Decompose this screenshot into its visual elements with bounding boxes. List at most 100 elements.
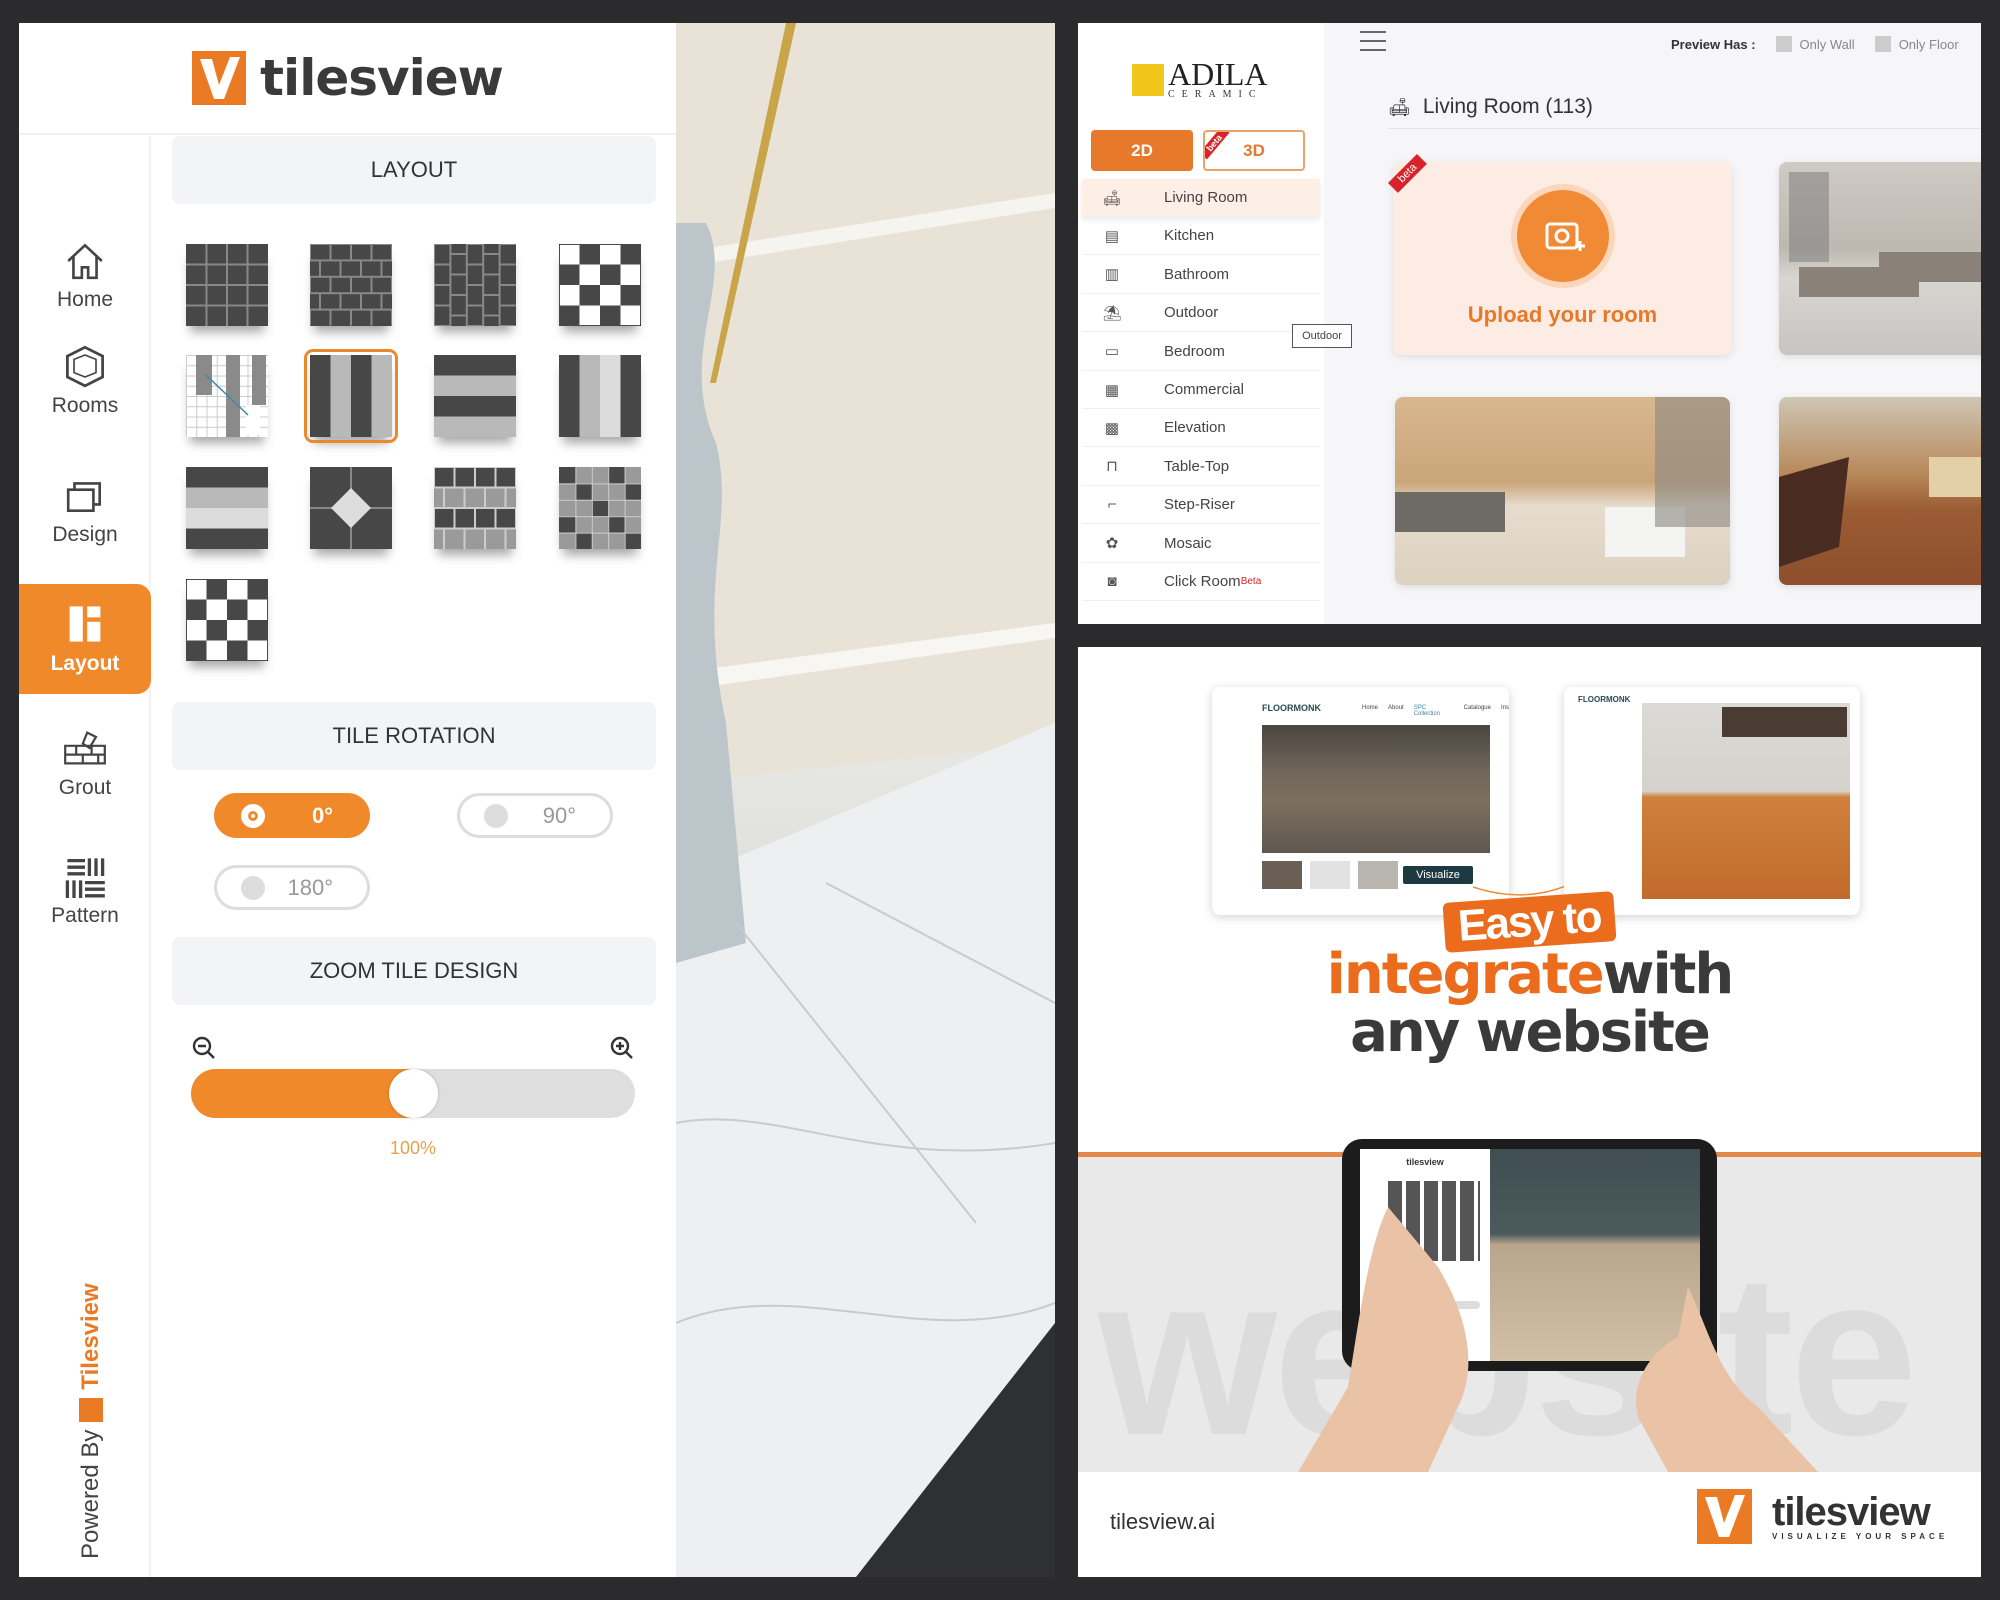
mini-nav-item: SPC Collection xyxy=(1413,705,1441,717)
building-icon: ▦ xyxy=(1104,381,1120,399)
room-thumbnail[interactable] xyxy=(1779,162,1981,355)
visualizer-screenshot: FLOORMONK xyxy=(1564,687,1860,915)
layout-option-horizontal-stripes-3[interactable] xyxy=(186,467,268,549)
room-category-sidebar: ADILA CERAMIC 2D 3D beta 🛋 Living Room ▤ Ki… xyxy=(1078,23,1324,624)
radio-icon xyxy=(484,803,508,828)
alternating-brick-pattern-icon xyxy=(433,466,527,549)
kitchen-icon: ▤ xyxy=(1104,227,1120,245)
mode-2d-button[interactable]: 2D xyxy=(1091,130,1193,171)
adila-logo: ADILA CERAMIC xyxy=(1132,58,1268,100)
vertical-brick-pattern-icon xyxy=(433,243,516,337)
stairs-icon: ⌐ xyxy=(1107,496,1117,514)
menu-item-commercial[interactable]: ▦ Commercial xyxy=(1082,371,1320,409)
table-icon: ⊓ xyxy=(1106,458,1118,476)
elevation-icon: ▩ xyxy=(1104,419,1120,437)
footer-url: tilesview.ai xyxy=(1110,1509,1216,1534)
only-wall-checkbox[interactable] xyxy=(1775,36,1792,52)
outdoor-icon: ⛱ xyxy=(1102,304,1122,322)
layout-option-vertical-brick[interactable] xyxy=(433,243,516,337)
nav-item-layout[interactable]: Layout xyxy=(19,584,151,694)
layout-option-checker-bordered[interactable] xyxy=(185,578,269,662)
upload-camera-button[interactable] xyxy=(1517,190,1609,282)
menu-item-click-room[interactable]: ◙ Click Room Beta xyxy=(1082,563,1320,601)
mini-nav-item: Home xyxy=(1362,705,1379,711)
layout-option-brick[interactable] xyxy=(309,243,403,326)
layout-option-mixed-checker[interactable] xyxy=(559,467,641,549)
zoom-value: 100% xyxy=(389,1138,437,1158)
sofa-icon: 🛋 xyxy=(1102,189,1122,207)
layout-option-herringbone[interactable] xyxy=(186,355,268,437)
living-room-image xyxy=(1395,397,1730,557)
menu-item-step-riser[interactable]: ⌐ Step-Riser xyxy=(1082,486,1320,525)
nav-item-rooms[interactable]: Rooms xyxy=(19,342,151,420)
rotation-180-option[interactable]: 180° xyxy=(214,865,370,910)
zoom-slider[interactable] xyxy=(191,1069,635,1118)
checker-bordered-pattern-icon xyxy=(185,578,269,662)
menu-item-kitchen[interactable]: ▤ Kitchen xyxy=(1082,217,1320,256)
divider xyxy=(1388,128,1981,129)
grout-icon xyxy=(64,731,106,765)
hamburger-menu-icon[interactable] xyxy=(1360,31,1386,51)
layout-section-header: LAYOUT xyxy=(172,136,656,204)
menu-item-bathroom[interactable]: ▥ Bathroom xyxy=(1082,256,1320,294)
only-floor-checkbox[interactable] xyxy=(1874,36,1891,52)
zoom-in-icon[interactable] xyxy=(609,1035,635,1061)
checker-bordered-pattern-icon xyxy=(558,243,642,327)
layout-option-vertical-stripes-3[interactable] xyxy=(559,355,641,437)
design-icon xyxy=(66,482,102,513)
room-thumbnail[interactable] xyxy=(1779,397,1981,585)
zoom-tile-header: ZOOM TILE DESIGN xyxy=(172,937,656,1005)
radio-icon xyxy=(241,803,265,828)
layout-option-alternating-brick[interactable] xyxy=(433,466,527,549)
tilesview-logo-icon xyxy=(1697,1489,1752,1544)
layout-option-grid[interactable] xyxy=(186,244,268,326)
sofa-icon: 🛋 xyxy=(1388,96,1411,117)
floor-image xyxy=(1262,725,1490,853)
menu-item-outdoor[interactable]: ⛱ Outdoor xyxy=(1082,294,1320,333)
mini-nav: Home About SPC Collection Catalogue Ins xyxy=(1362,705,1509,717)
diamond-pattern-icon xyxy=(310,467,392,549)
layout-option-horizontal-stripes[interactable] xyxy=(434,355,516,437)
app-header: tilesview xyxy=(19,23,676,135)
bed-icon: ▭ xyxy=(1104,343,1120,361)
tilesview-logo-icon xyxy=(192,51,247,105)
headline: Easy to integratewith any website xyxy=(1326,891,1734,1065)
nav-item-home[interactable]: Home xyxy=(19,240,151,312)
horizontal-stripes-pattern-icon xyxy=(434,355,516,437)
tile-rotation-header: TILE ROTATION xyxy=(172,702,656,770)
menu-item-elevation[interactable]: ▩ Elevation xyxy=(1082,409,1320,448)
kitchen-image xyxy=(1642,703,1850,899)
camera-icon: ◙ xyxy=(1107,573,1117,590)
layout-option-diamond[interactable] xyxy=(310,467,392,549)
promo-banner: FLOORMONK Home About SPC Collection Catalog… xyxy=(1078,647,1981,1577)
adila-logo-mark xyxy=(1132,63,1164,96)
mixed-checker-pattern-icon xyxy=(559,467,641,549)
visualize-button: Visualize xyxy=(1403,866,1473,884)
nav-item-design[interactable]: Design xyxy=(19,475,151,547)
tilesview-logo-icon xyxy=(79,1397,103,1422)
zoom-slider-handle[interactable] xyxy=(389,1069,438,1118)
layout-option-checker-bordered[interactable] xyxy=(558,243,642,327)
rotation-0-option[interactable]: 0° xyxy=(214,793,370,838)
room-preview-canvas[interactable] xyxy=(675,23,1055,1577)
room-thumbnail[interactable] xyxy=(1395,397,1730,585)
menu-item-bedroom[interactable]: ▭ Bedroom xyxy=(1082,333,1320,371)
menu-item-mosaic[interactable]: ✿ Mosaic xyxy=(1082,525,1320,563)
nav-item-grout[interactable]: Grout xyxy=(19,724,151,802)
rotation-90-option[interactable]: 90° xyxy=(457,793,613,838)
menu-item-table-top[interactable]: ⊓ Table-Top xyxy=(1082,448,1320,486)
brick-pattern-icon xyxy=(309,243,403,326)
control-panel: tilesview Home Rooms Design Layout Grout Patt… xyxy=(19,23,676,1577)
upload-room-card[interactable]: Upload your room xyxy=(1393,162,1732,355)
mini-nav-item: About xyxy=(1388,705,1404,711)
tooltip: Outdoor xyxy=(1292,324,1352,348)
hands-image xyxy=(1298,1207,1818,1472)
mode-3d-button[interactable]: 3D beta xyxy=(1203,130,1305,171)
camera-plus-icon xyxy=(1545,222,1585,251)
nav-item-pattern[interactable]: Pattern xyxy=(19,852,151,930)
layout-option-vertical-stripes[interactable] xyxy=(304,349,398,443)
menu-item-living-room[interactable]: 🛋 Living Room xyxy=(1082,179,1320,217)
zoom-out-icon[interactable] xyxy=(191,1035,217,1061)
thumbnail xyxy=(1310,861,1350,889)
grid-pattern-icon xyxy=(186,244,268,326)
